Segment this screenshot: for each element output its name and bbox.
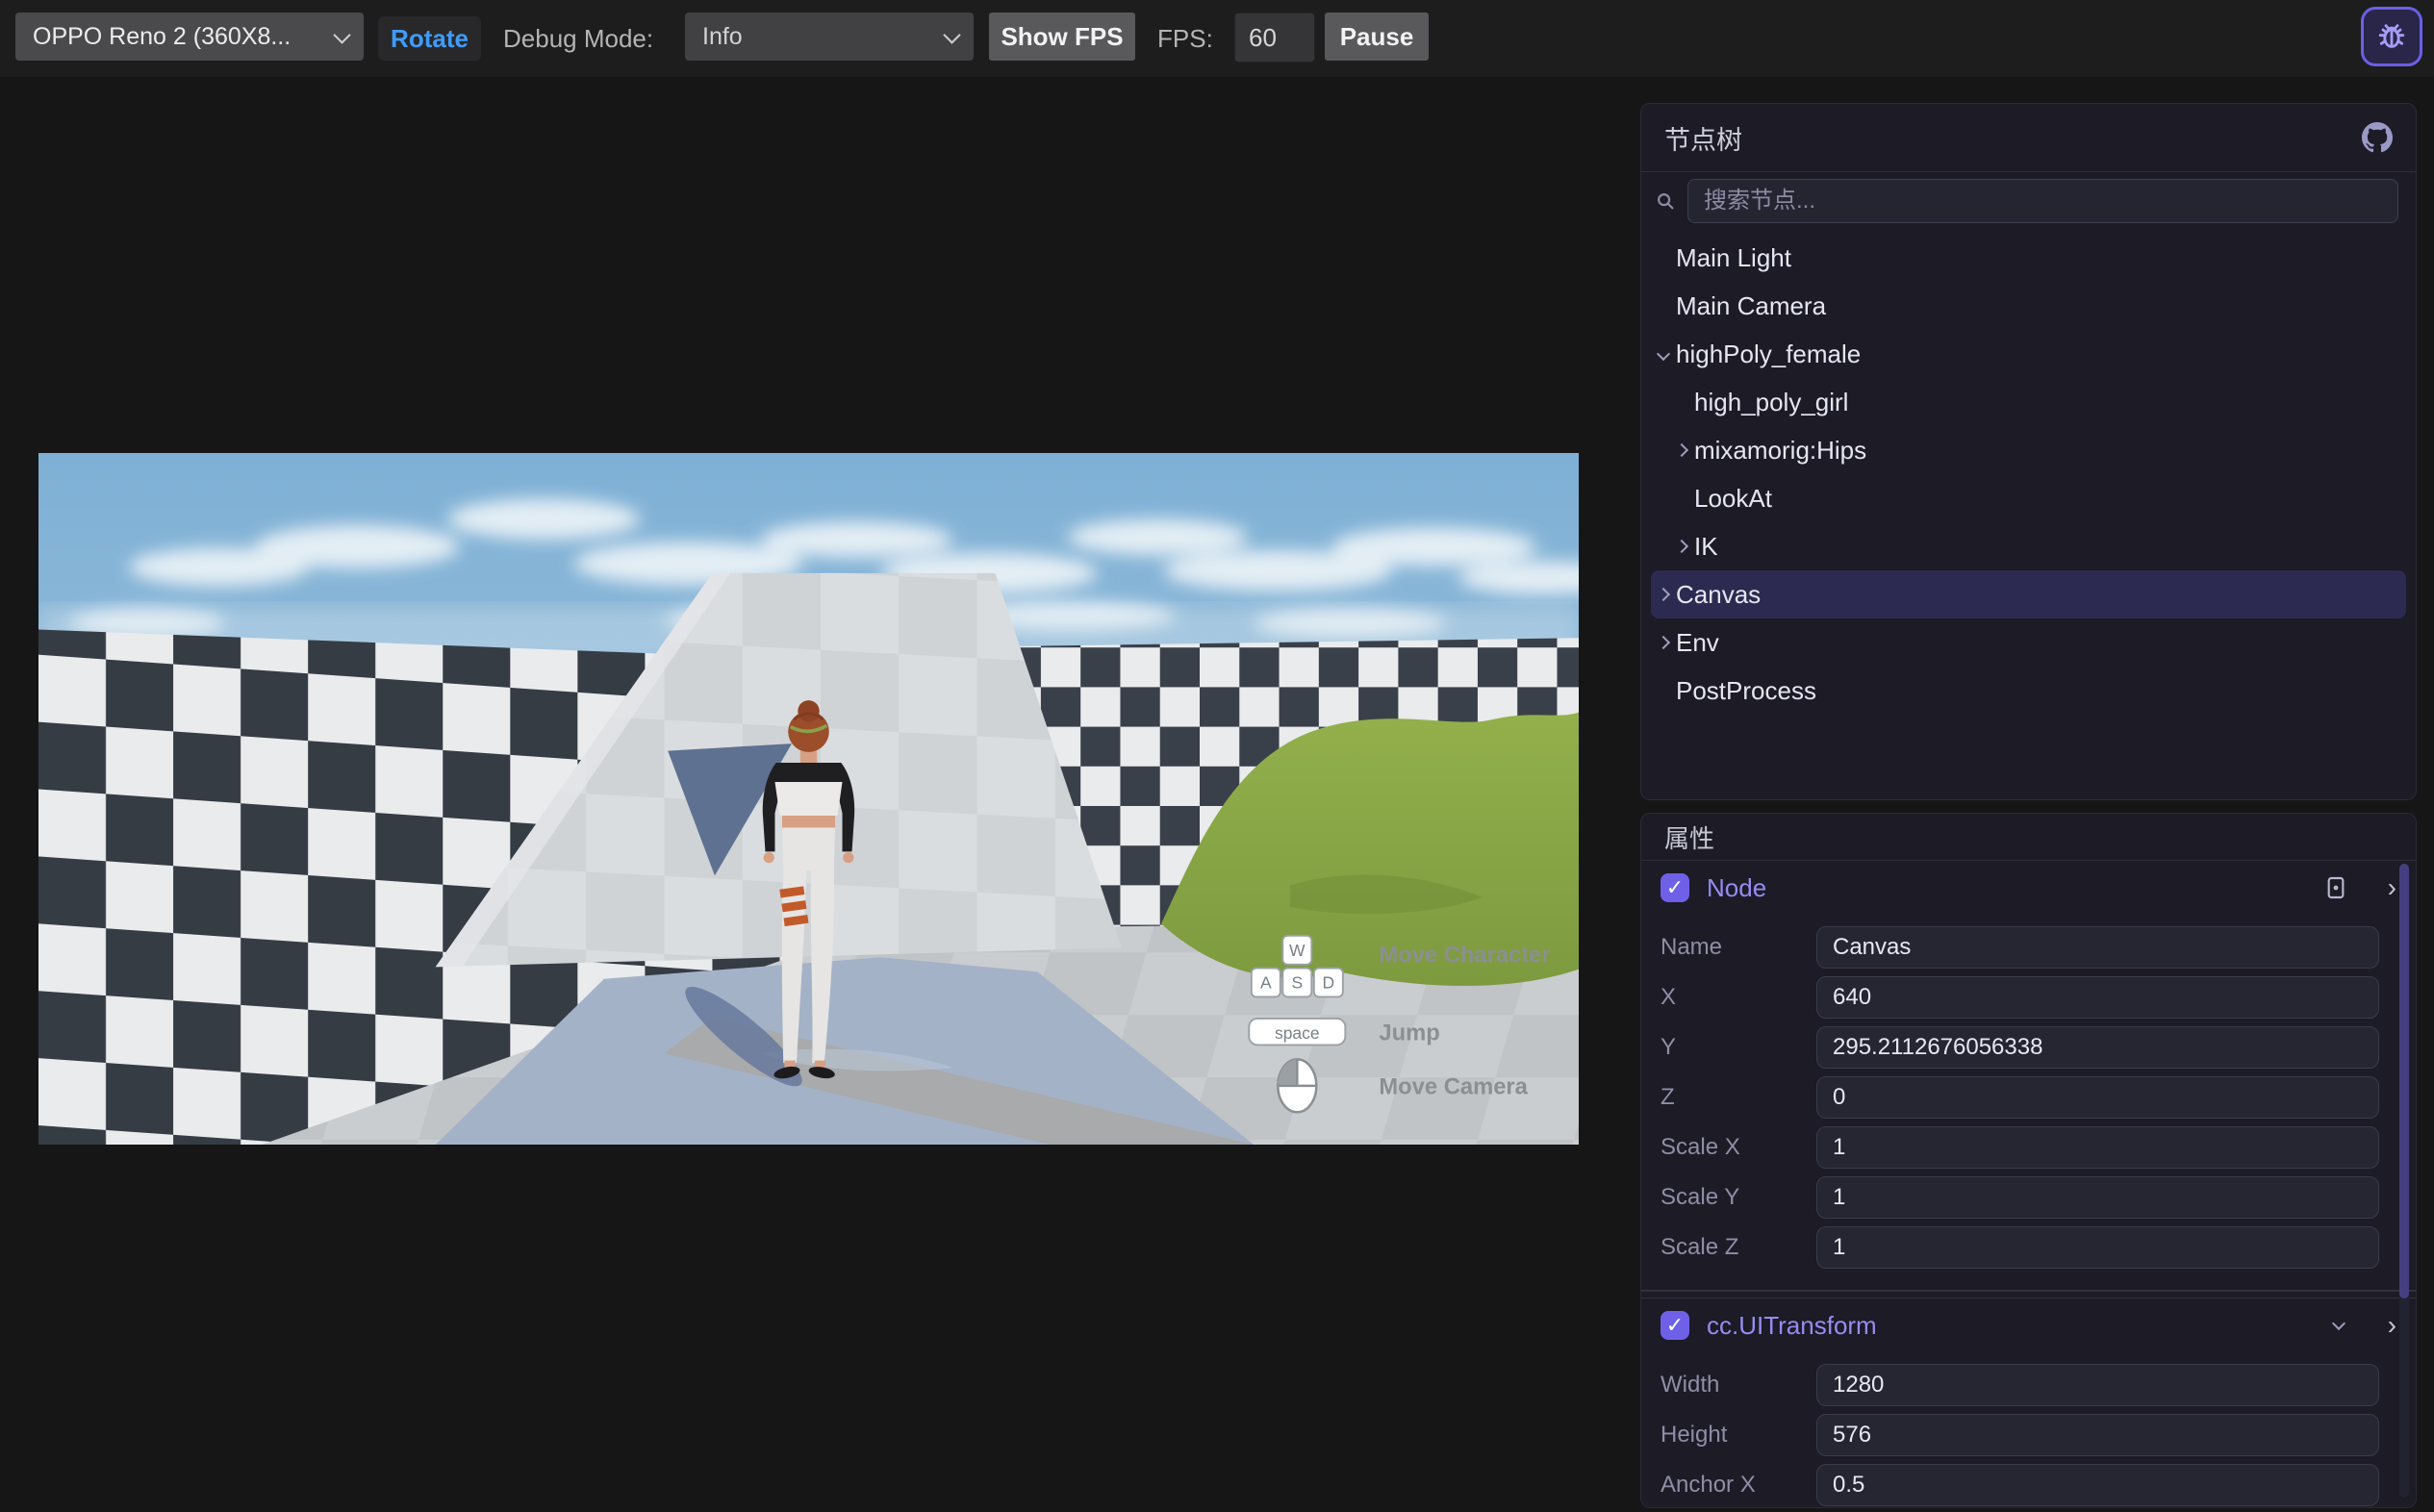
chevron-down-icon	[943, 26, 960, 43]
tree-item-mixamorig-hips[interactable]: mixamorig:Hips	[1651, 426, 2406, 474]
hint-jump: Jump	[1379, 1021, 1439, 1046]
screen-icon[interactable]	[2326, 876, 2345, 899]
prop-input-z[interactable]	[1816, 1076, 2379, 1119]
prop-row-scale-z: Scale Z	[1641, 1222, 2416, 1273]
prop-row-anchor-x: Anchor X	[1641, 1460, 2416, 1508]
node-property-rows: Name X Y Z Scale X Scale Y Scale Z	[1641, 915, 2416, 1282]
svg-text:S: S	[1291, 973, 1303, 993]
fps-input[interactable]	[1234, 13, 1315, 63]
component-header-uitransform: ✓ cc.UITransform ›	[1641, 1298, 2416, 1352]
prop-row-name: Name	[1641, 922, 2416, 972]
search-input[interactable]	[1687, 179, 2398, 223]
chevron-right-icon[interactable]: ›	[2388, 1310, 2396, 1341]
scrollbar[interactable]	[2399, 864, 2409, 1498]
component-title: Node	[1707, 873, 1766, 903]
uitransform-property-rows: Width Height Anchor X	[1641, 1352, 2416, 1508]
mouse-icon	[1278, 1059, 1316, 1112]
debug-mode-value: Info	[702, 23, 743, 51]
prop-row-scale-y: Scale Y	[1641, 1172, 2416, 1222]
hint-move-character: Move Character	[1379, 943, 1550, 968]
tree-item-main-camera[interactable]: Main Camera	[1651, 282, 2406, 330]
properties-panel: 属性 ✓ Node › Name X Y Z Scale X	[1640, 813, 2417, 1508]
svg-text:space: space	[1275, 1023, 1320, 1043]
tree-item-main-light[interactable]: Main Light	[1651, 234, 2406, 282]
hint-move-camera: Move Camera	[1379, 1075, 1528, 1100]
chevron-right-icon[interactable]	[1657, 636, 1670, 649]
tree-item-canvas[interactable]: Canvas	[1651, 570, 2406, 618]
tree-item-highpoly-female[interactable]: highPoly_female	[1651, 330, 2406, 378]
chevron-right-icon[interactable]: ›	[2388, 872, 2396, 903]
chevron-down-icon	[333, 26, 350, 43]
section-divider	[1641, 1290, 2416, 1298]
scrollbar-thumb[interactable]	[2399, 864, 2409, 1298]
prop-row-height: Height	[1641, 1410, 2416, 1460]
component-enabled-checkbox[interactable]: ✓	[1661, 1311, 1689, 1340]
rotate-button[interactable]: Rotate	[378, 16, 481, 61]
game-viewport[interactable]: W A S D space Move Character Jump Move C…	[38, 453, 1579, 1145]
chevron-right-icon[interactable]	[1675, 540, 1688, 553]
device-select[interactable]: OPPO Reno 2 (360X8...	[15, 13, 364, 61]
node-tree-panel: 节点树 Main Light Main Camera highPoly_fema…	[1640, 103, 2417, 800]
tree-item-lookat[interactable]: LookAt	[1651, 474, 2406, 522]
chevron-right-icon[interactable]	[1675, 443, 1688, 457]
prop-input-height[interactable]	[1816, 1414, 2379, 1456]
debug-mode-label: Debug Mode:	[503, 0, 653, 77]
prop-input-scale-y[interactable]	[1816, 1176, 2379, 1219]
show-fps-button[interactable]: Show FPS	[989, 13, 1135, 61]
node-tree-title: 节点树	[1664, 119, 1742, 157]
prop-row-y: Y	[1641, 1022, 2416, 1072]
pause-button[interactable]: Pause	[1325, 13, 1429, 61]
tree-item-ik[interactable]: IK	[1651, 522, 2406, 570]
prop-input-y[interactable]	[1816, 1026, 2379, 1069]
tree-item-env[interactable]: Env	[1651, 618, 2406, 667]
prop-row-scale-x: Scale X	[1641, 1122, 2416, 1172]
prop-input-scale-x[interactable]	[1816, 1126, 2379, 1169]
debug-toolbar: OPPO Reno 2 (360X8... Rotate Debug Mode:…	[0, 0, 2434, 77]
chevron-down-icon[interactable]	[1657, 347, 1670, 361]
prop-input-name[interactable]	[1816, 926, 2379, 969]
tree-item-postprocess[interactable]: PostProcess	[1651, 667, 2406, 715]
svg-text:D: D	[1323, 973, 1335, 993]
tree-item-high-poly-girl[interactable]: high_poly_girl	[1651, 378, 2406, 426]
prop-input-width[interactable]	[1816, 1364, 2379, 1406]
prop-row-x: X	[1641, 972, 2416, 1022]
bug-icon	[2372, 15, 2411, 59]
node-tree-list: Main Light Main Camera highPoly_female h…	[1641, 230, 2416, 715]
component-enabled-checkbox[interactable]: ✓	[1661, 873, 1689, 902]
github-icon[interactable]	[2362, 122, 2393, 153]
fps-label: FPS:	[1157, 0, 1213, 77]
search-icon	[1655, 190, 1676, 212]
svg-text:A: A	[1260, 973, 1272, 993]
prop-input-scale-z[interactable]	[1816, 1226, 2379, 1269]
prop-input-x[interactable]	[1816, 976, 2379, 1019]
properties-title: 属性	[1641, 814, 2416, 861]
prop-row-width: Width	[1641, 1360, 2416, 1410]
svg-text:W: W	[1289, 941, 1306, 960]
prop-row-z: Z	[1641, 1072, 2416, 1122]
device-select-value: OPPO Reno 2 (360X8...	[33, 23, 291, 51]
prop-input-anchor-x[interactable]	[1816, 1464, 2379, 1506]
chevron-down-icon[interactable]	[2332, 1321, 2345, 1330]
debug-bug-button[interactable]	[2361, 7, 2422, 66]
component-header-node: ✓ Node ›	[1641, 861, 2416, 915]
component-title: cc.UITransform	[1707, 1311, 1877, 1341]
chevron-right-icon[interactable]	[1657, 588, 1670, 601]
debug-mode-select[interactable]: Info	[685, 13, 974, 61]
